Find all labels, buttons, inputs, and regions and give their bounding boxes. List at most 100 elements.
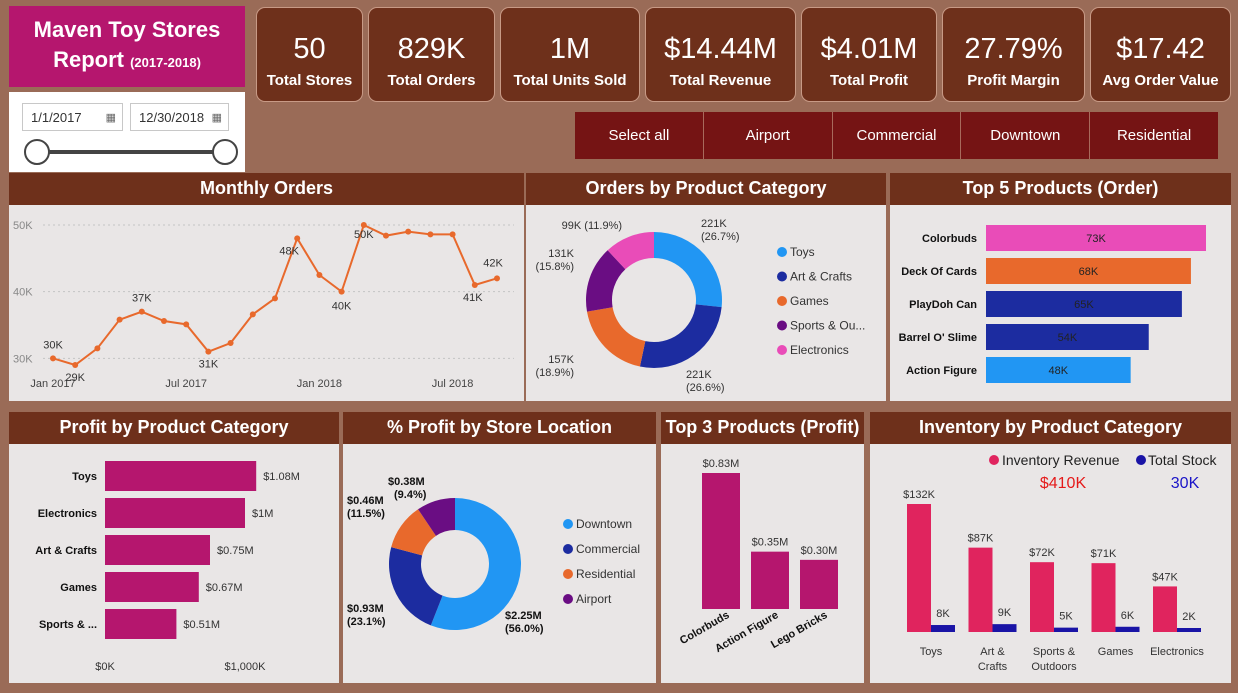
legend-label: Electronics — [790, 343, 849, 357]
data-point — [338, 288, 345, 295]
data-label: 40K — [332, 301, 352, 313]
end-date-input[interactable]: 12/30/2018 ▦ — [130, 103, 229, 131]
profit-by-location-panel: % Profit by Store Location $2.25M (56.0%)… — [343, 412, 656, 683]
bar — [1115, 626, 1140, 632]
legend-label: Games — [790, 294, 829, 308]
end-date-value: 12/30/2018 — [139, 109, 205, 125]
slicer-commercial[interactable]: Commercial — [833, 112, 962, 159]
y-tick-label: 50K — [13, 220, 33, 232]
bar-value-label: $0.35M — [752, 537, 789, 549]
data-point — [405, 228, 412, 235]
slice-value-label: 157K — [548, 354, 574, 366]
slice-value-label: $0.38M — [388, 476, 425, 488]
bar-value-label: $87K — [968, 533, 994, 545]
top3-products-panel: Top 3 Products (Profit) $0.83M Colorbuds $… — [661, 412, 864, 683]
data-label: 31K — [199, 359, 219, 371]
orders-by-category-panel: Orders by Product Category 221K (26.7%) 22… — [526, 173, 886, 401]
data-point — [227, 340, 234, 346]
slice-pct-label: (9.4%) — [394, 489, 427, 501]
slicer-select-all[interactable]: Select all — [575, 112, 704, 159]
kpi-total-stores: 50 Total Stores — [256, 7, 363, 102]
data-point — [494, 275, 500, 282]
legend-marker — [563, 569, 573, 579]
legend-marker — [563, 594, 573, 604]
legend-label: Toys — [790, 245, 815, 259]
data-point — [50, 355, 56, 362]
slicer-airport[interactable]: Airport — [704, 112, 833, 159]
data-label: 37K — [132, 293, 152, 305]
category-label: Art & Crafts — [35, 545, 97, 557]
slice-pct-label: (23.1%) — [347, 616, 386, 628]
category-label: Colorbuds — [922, 233, 977, 245]
category-label: Outdoors — [1031, 661, 1077, 673]
category-label: Sports & ... — [39, 619, 97, 631]
bar — [105, 572, 199, 602]
kpi-value: 50 — [293, 33, 326, 65]
kpi-profit-margin: 27.79% Profit Margin — [942, 7, 1085, 102]
kpi-label: Profit Margin — [967, 72, 1060, 89]
series-line — [52, 223, 498, 367]
bar-value-label: $0.75M — [217, 545, 254, 557]
bar-value-label: 5K — [1059, 611, 1073, 623]
data-label: 48K — [279, 245, 299, 257]
bar — [1091, 563, 1116, 632]
kpi-avg-order-value: $17.42 Avg Order Value — [1090, 7, 1231, 102]
bar-value-label: 9K — [998, 607, 1012, 619]
slicer-residential[interactable]: Residential — [1090, 112, 1218, 159]
category-label: Action Figure — [906, 365, 977, 377]
kpi-total-revenue: $14.44M Total Revenue — [645, 7, 796, 102]
legend-label: Inventory Revenue — [1002, 452, 1120, 468]
bar — [105, 461, 257, 491]
slicer-downtown[interactable]: Downtown — [961, 112, 1091, 159]
category-label: Crafts — [978, 661, 1008, 673]
bar-value-label: $0.51M — [183, 619, 220, 631]
bar-value-label: 6K — [1121, 610, 1135, 622]
report-title-word: Report — [53, 47, 124, 72]
slice-pct-label: (26.6%) — [686, 382, 725, 394]
chart-title: Top 3 Products (Profit) — [661, 412, 864, 444]
bar — [968, 547, 993, 632]
data-point — [161, 318, 167, 324]
bar — [1030, 562, 1054, 632]
legend-marker — [777, 345, 787, 355]
bar-value-label: 68K — [1079, 266, 1099, 278]
date-slider-track[interactable] — [37, 150, 225, 154]
data-label: 41K — [463, 292, 483, 304]
donut-slice — [389, 547, 443, 626]
category-label: Barrel O' Slime — [899, 332, 977, 344]
bar-value-label: 2K — [1182, 611, 1196, 623]
slice-pct-label: (18.9%) — [535, 367, 574, 379]
category-label: PlayDoh Can — [909, 299, 977, 311]
date-slider-start-handle[interactable] — [24, 139, 50, 165]
monthly-orders-chart: 30K40K50KJan 2017 Jul 2017 Jan 2018 Jul 201… — [13, 220, 514, 390]
data-label: 50K — [354, 229, 374, 241]
data-point — [183, 321, 190, 328]
inventory-chart: Inventory Revenue Total Stock $410K 30K $132… — [903, 452, 1217, 673]
x-tick-label: Jan 2018 — [297, 378, 342, 390]
report-title-line2: Report (2017-2018) — [9, 45, 245, 78]
series-total: $410K — [1040, 475, 1087, 492]
calendar-icon[interactable]: ▦ — [106, 111, 116, 124]
slice-value-label: 221K — [686, 369, 712, 381]
legend-marker — [777, 296, 787, 306]
start-date-input[interactable]: 1/1/2017 ▦ — [22, 103, 123, 131]
data-label: 29K — [65, 372, 85, 384]
category-label: Electronics — [1150, 646, 1204, 658]
legend-label: Residential — [576, 567, 635, 581]
chart-title: % Profit by Store Location — [343, 412, 656, 444]
report-title-line1: Maven Toy Stores — [33, 17, 221, 42]
bar — [105, 535, 210, 565]
bar-value-label: $1M — [252, 508, 273, 520]
legend-marker — [777, 247, 787, 257]
calendar-icon[interactable]: ▦ — [212, 111, 222, 124]
legend-marker — [777, 320, 787, 331]
slice-pct-label: (15.8%) — [535, 261, 574, 273]
kpi-label: Total Revenue — [669, 72, 772, 89]
bar — [702, 473, 740, 609]
date-slider-end-handle[interactable] — [212, 139, 238, 165]
category-label: Games — [60, 582, 97, 594]
kpi-total-profit: $4.01M Total Profit — [801, 7, 937, 102]
kpi-value: $17.42 — [1116, 33, 1205, 65]
monthly-orders-panel: Monthly Orders 30K 40K 50K Jan 2017 Jul 2017… — [9, 173, 524, 401]
data-point — [249, 311, 256, 318]
